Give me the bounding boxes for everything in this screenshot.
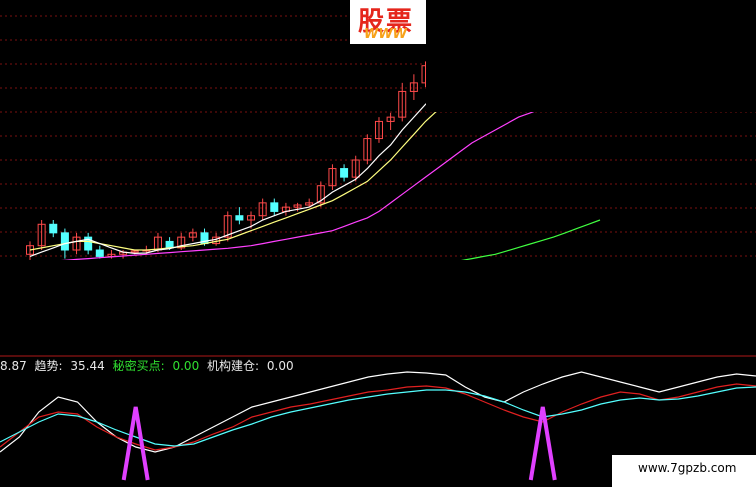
- down-candle: [49, 223, 58, 234]
- down-candle: [270, 202, 279, 212]
- watermark-text: www.7gpzb.com: [638, 461, 737, 475]
- trend-value: 35.44: [70, 359, 105, 373]
- indicator-lead-value: 8.87: [0, 359, 27, 373]
- stock-chart: [0, 0, 756, 481]
- indicator-line-cyan: [0, 386, 756, 447]
- lower-mask: [0, 260, 756, 355]
- top-right-mask: [426, 0, 756, 112]
- secret-buy-label: 秘密买点:: [112, 359, 165, 373]
- site-watermark: www.7gpzb.com: [612, 455, 756, 487]
- trend-label: 趋势:: [34, 359, 63, 373]
- institution-value: 0.00: [266, 359, 294, 373]
- down-candle: [60, 232, 69, 251]
- down-candle: [235, 215, 244, 221]
- institution-label: 机构建仓:: [207, 359, 260, 373]
- site-logo: 股票 WWW: [350, 0, 426, 44]
- indicator-line-red: [0, 383, 756, 451]
- indicator-line-white: [0, 371, 756, 453]
- trend-indicator-series: [0, 371, 756, 453]
- down-candle: [95, 249, 104, 257]
- secret-buy-value: 0.00: [172, 359, 200, 373]
- ma-long-line: [29, 86, 601, 264]
- down-candle: [165, 240, 174, 249]
- mask-layer: [0, 0, 756, 355]
- indicator-header: 8.87 趋势: 35.44 秘密买点: 0.00 机构建仓: 0.00: [0, 357, 298, 374]
- down-candle: [340, 168, 349, 178]
- logo-subtitle: WWW: [364, 27, 408, 42]
